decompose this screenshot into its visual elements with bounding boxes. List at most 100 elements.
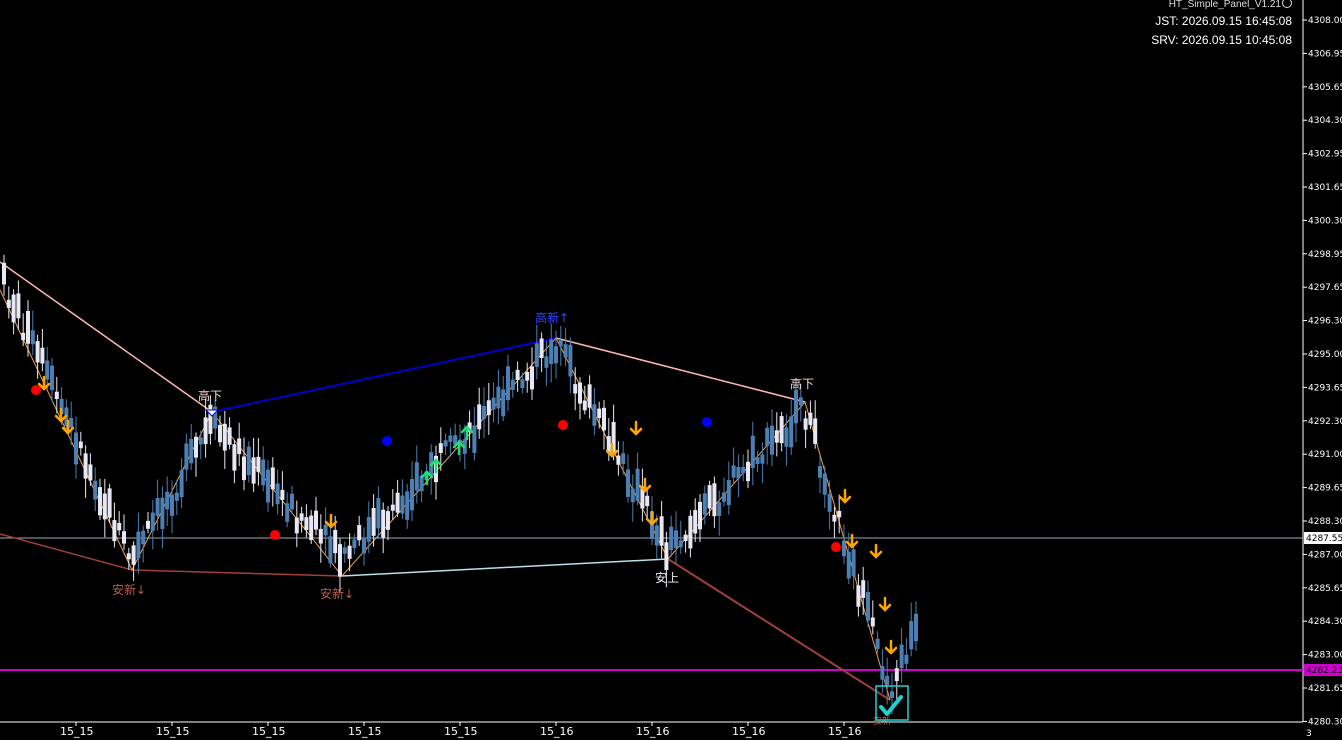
candle-body [98, 487, 102, 516]
candle-body [11, 294, 16, 323]
blue-dot-icon[interactable] [702, 417, 712, 427]
candle-body [822, 473, 827, 495]
candle-body [534, 343, 539, 367]
candle-body [184, 443, 189, 470]
red-dot-icon[interactable] [31, 385, 41, 395]
candle-body [54, 391, 59, 400]
candle-body [107, 488, 112, 518]
candle-body [198, 437, 203, 445]
swing-label-high-down-1: 高下 [198, 388, 222, 403]
price-axis-label: 4291.00 [1308, 450, 1342, 460]
price-axis-label: 4302.95 [1308, 150, 1342, 160]
candle-body [2, 262, 6, 285]
candle-body [117, 522, 122, 531]
candle-body [582, 400, 587, 411]
candle-body [664, 542, 669, 571]
candle-body [218, 424, 222, 443]
down-arrow-icon[interactable] [878, 596, 892, 612]
lower-trend-line-brown-2 [667, 558, 891, 701]
svg-text:4282.23: 4282.23 [1306, 666, 1342, 676]
candle-body [558, 340, 563, 347]
candle-body [280, 489, 285, 500]
candle-body [45, 360, 50, 380]
candle-body [338, 544, 342, 577]
candle-body [381, 509, 386, 538]
candle-body [654, 525, 659, 546]
down-arrow-icon[interactable] [838, 488, 852, 504]
down-arrow-icon[interactable] [324, 513, 338, 529]
price-chart[interactable]: 高下 高新↑ 高下 安新↓ 安新↓ 安上 安新 4308.004306.9543… [0, 0, 1342, 740]
candle-body [722, 492, 726, 502]
candle-body [592, 404, 597, 426]
candle-body [366, 516, 371, 542]
red-dot-icon[interactable] [558, 420, 568, 430]
price-axis-label: 4283.00 [1308, 651, 1342, 661]
candle-body [501, 389, 506, 417]
price-axis-label: 4304.30 [1308, 116, 1342, 126]
candle-body [93, 480, 98, 500]
candle-body [477, 404, 482, 430]
candle-body [290, 493, 294, 510]
candle-body [482, 405, 486, 419]
candle-body [712, 483, 717, 517]
candle-body [256, 456, 261, 472]
swing-label-low-up: 安上 [655, 570, 679, 585]
candle-body [194, 436, 198, 458]
candle-body [362, 538, 366, 554]
candle-body [602, 407, 606, 431]
candle-body [760, 454, 765, 464]
candle-body [251, 457, 256, 484]
candle-body [755, 457, 760, 464]
candle-body [136, 531, 141, 559]
down-arrow-icon[interactable] [638, 477, 652, 493]
candle-body [549, 339, 554, 364]
price-axis-label: 4285.65 [1308, 584, 1342, 594]
candle-body [261, 459, 266, 486]
time-axis-label: 15_15 [156, 725, 190, 738]
candle-body [443, 440, 448, 447]
down-arrow-icon[interactable] [884, 639, 898, 655]
candle-body [539, 338, 544, 358]
candle-body [885, 675, 890, 685]
price-axis-label: 4289.65 [1308, 484, 1342, 494]
candle-body [270, 467, 275, 490]
panel-title: HT_Simple_Panel_V1.21 [1169, 0, 1292, 10]
candle-body [242, 456, 246, 481]
candle-body [30, 330, 35, 345]
candle-body [299, 513, 304, 521]
server-time: SRV: 2026.09.15 10:45:08 [1151, 33, 1292, 47]
candle-body [899, 644, 904, 669]
down-arrow-icon[interactable] [645, 510, 659, 526]
candle-body [808, 412, 813, 425]
candle-body [285, 503, 290, 522]
candle-body [386, 511, 390, 530]
price-axis-label: 4292.30 [1308, 417, 1342, 427]
down-arrow-icon[interactable] [629, 420, 643, 436]
price-axis-label: 4308.00 [1308, 16, 1342, 26]
time-axis-label: 15_16 [828, 725, 862, 738]
candle-body [587, 384, 592, 408]
candle-body [870, 617, 875, 627]
candle-body [88, 464, 93, 481]
candle-body [904, 654, 909, 664]
time-axis-label: 15_15 [252, 725, 286, 738]
candle-body [78, 441, 83, 449]
down-arrow-icon[interactable] [869, 543, 883, 559]
candle-body [510, 379, 515, 390]
candle-body [414, 462, 419, 491]
candle-body [770, 425, 774, 455]
swing-label-low-new-2: 安新↓ [320, 586, 354, 601]
candle-body [146, 520, 150, 529]
swing-label-low-new-1: 安新↓ [112, 582, 146, 597]
candle-body [83, 453, 88, 479]
candle-body [347, 545, 352, 559]
candle-body [530, 366, 534, 390]
price-axis-label: 4281.65 [1308, 684, 1342, 694]
candle-body [314, 510, 318, 530]
time-axis-label: 15_15 [60, 725, 94, 738]
candle-body [688, 515, 693, 549]
red-dot-icon[interactable] [270, 530, 280, 540]
blue-dot-icon[interactable] [382, 436, 392, 446]
red-dot-icon[interactable] [831, 542, 841, 552]
candle-body [16, 293, 21, 319]
